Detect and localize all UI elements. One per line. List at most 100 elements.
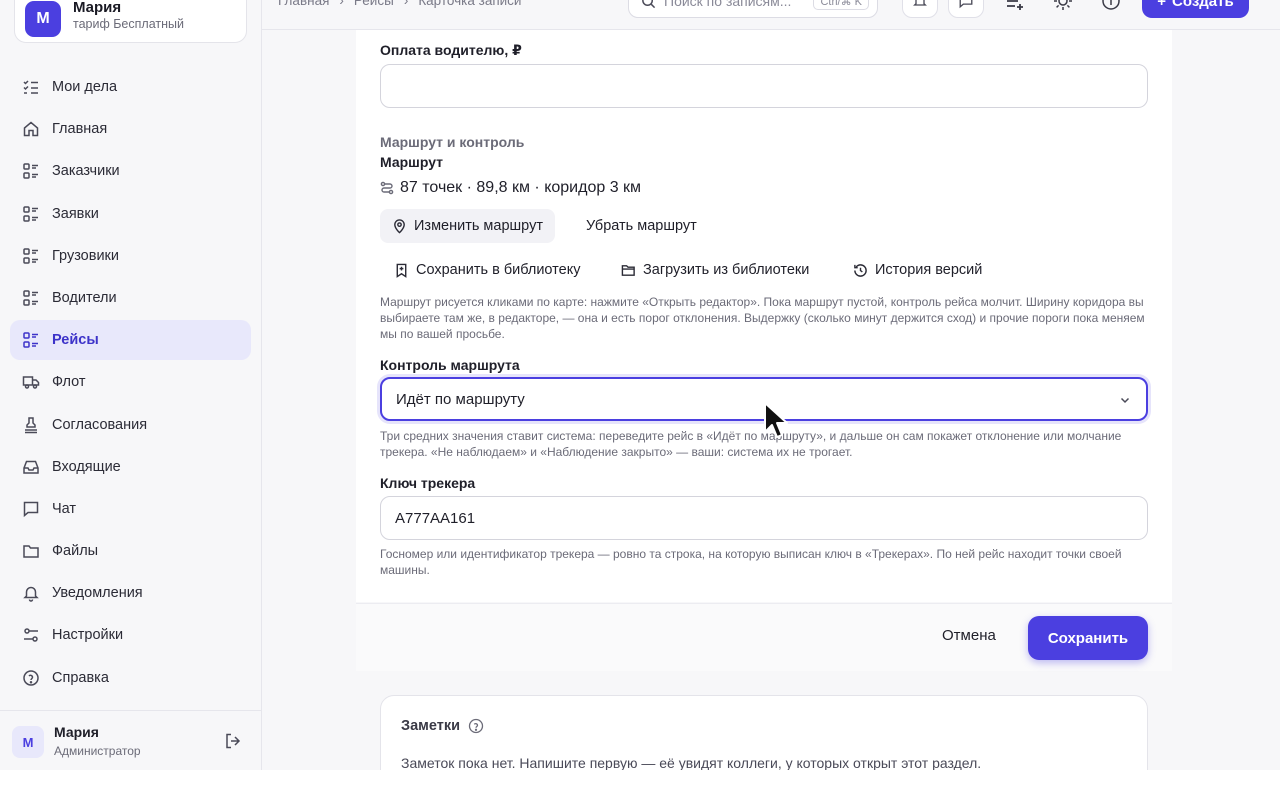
sidebar-item-fleet[interactable]: Флот [10, 362, 251, 402]
sidebar-item-requests[interactable]: Заявки [10, 194, 251, 234]
remove-route-label: Убрать маршрут [586, 218, 697, 234]
help-icon [23, 669, 39, 686]
org-plan: тариф Бесплатный [73, 17, 184, 31]
search-placeholder: Поиск по записям... [664, 0, 792, 9]
sidebar-item-label: Входящие [52, 458, 121, 475]
notes-empty-text: Заметок пока нет. Напишите первую — её у… [401, 755, 982, 770]
sidebar-item-approvals[interactable]: Согласования [10, 405, 251, 445]
breadcrumb-trips[interactable]: Рейсы [354, 0, 394, 8]
sidebar-item-inbox[interactable]: Входящие [10, 447, 251, 487]
sidebar-item-help[interactable]: Справка [10, 658, 251, 698]
notifications-button[interactable] [902, 0, 938, 18]
list-icon [23, 332, 38, 348]
sidebar-item-label: Флот [52, 374, 86, 391]
load-library-button[interactable]: Загрузить из библиотеки [609, 253, 821, 287]
trip-form: Оплата водителю, ₽ Маршрут и контроль Ма… [356, 30, 1172, 602]
main-content: Оплата водителю, ₽ Маршрут и контроль Ма… [262, 30, 1280, 770]
route-label: Маршрут [380, 154, 444, 170]
tracker-help-text: Госномер или идентификатор трекера — ров… [380, 547, 1122, 577]
sidebar-item-notifications[interactable]: Уведомления [10, 573, 251, 613]
form-action-bar: Отмена Сохранить [356, 603, 1172, 671]
stamp-icon [25, 416, 37, 433]
save-library-button[interactable]: Сохранить в библиотеку [382, 253, 592, 287]
sidebar-item-label: Заказчики [52, 163, 120, 180]
folder-open-icon [621, 264, 635, 276]
org-name: Мария [73, 0, 122, 16]
create-button[interactable]: + Создать [1142, 0, 1249, 18]
sidebar-item-chat[interactable]: Чат [10, 489, 251, 529]
sidebar-item-trucks[interactable]: Грузовики [10, 236, 251, 276]
list-icon [23, 248, 38, 264]
chevron-down-icon [1120, 397, 1130, 404]
load-library-label: Загрузить из библиотеки [643, 262, 810, 278]
sidebar-item-label: Справка [52, 669, 109, 686]
edit-route-button[interactable]: Изменить маршрут [380, 209, 555, 243]
search-icon [642, 0, 656, 8]
route-summary: 87 точек · 89,8 км · коридор 3 км [380, 179, 641, 197]
bookmark-icon [396, 263, 407, 278]
sun-icon[interactable] [1052, 0, 1074, 12]
route-summary-text: 87 точек · 89,8 км · коридор 3 км [400, 179, 642, 196]
history-icon [854, 263, 867, 277]
sidebar-item-label: Мои дела [52, 79, 118, 95]
breadcrumb-home[interactable]: Главная [278, 0, 329, 8]
sidebar-item-settings[interactable]: Настройки [10, 615, 251, 655]
home-icon [23, 121, 39, 137]
bell-icon [913, 0, 927, 6]
logout-icon[interactable] [224, 732, 242, 750]
sidebar-item-customers[interactable]: Заказчики [10, 151, 251, 191]
save-button[interactable]: Сохранить [1028, 616, 1148, 660]
search-shortcut: Ctrl/⌘ K [813, 0, 869, 10]
sidebar: М Мария тариф Бесплатный Мои дела Главна… [0, 0, 262, 770]
sidebar-item-label: Главная [52, 121, 108, 138]
org-avatar: М [25, 1, 61, 37]
help-icon[interactable] [468, 718, 484, 734]
sidebar-item-label: Чат [52, 500, 77, 517]
chevron-right-icon: › [403, 0, 409, 8]
user-role: Администратор [54, 744, 141, 758]
topbar: Главная › Рейсы › Карточка записи Поиск … [262, 0, 1280, 30]
info-icon[interactable] [1100, 0, 1122, 12]
breadcrumb-current: Карточка записи [418, 0, 522, 8]
sidebar-item-drivers[interactable]: Водители [10, 278, 251, 318]
avatar: М [12, 726, 44, 758]
driver-pay-label: Оплата водителю, ₽ [380, 42, 522, 58]
messages-button[interactable] [948, 0, 984, 18]
version-history-button[interactable]: История версий [841, 253, 994, 287]
breadcrumb: Главная › Рейсы › Карточка записи [278, 0, 521, 8]
chat-icon [23, 501, 39, 518]
cancel-button[interactable]: Отмена [942, 627, 996, 644]
notes-title: Заметки [401, 718, 484, 734]
tracker-key-field[interactable]: А777АА161 [380, 496, 1148, 540]
user-profile[interactable]: М Мария Администратор [0, 710, 262, 770]
remove-route-button[interactable]: Убрать маршрут [574, 209, 709, 243]
sidebar-item-label: Рейсы [52, 332, 99, 349]
sidebar-nav: Мои дела Главная Заказчики Заявки Грузов… [10, 67, 251, 700]
notes-title-text: Заметки [401, 718, 461, 734]
list-icon [23, 205, 38, 222]
driver-pay-field[interactable] [380, 64, 1148, 108]
sidebar-item-trips[interactable]: Рейсы [10, 320, 251, 361]
tracker-key-label: Ключ трекера [380, 475, 476, 491]
folder-icon [23, 545, 39, 558]
org-switcher[interactable]: М Мария тариф Бесплатный [14, 0, 247, 43]
plus-icon: + [1157, 0, 1167, 10]
truck-icon [22, 376, 40, 390]
sliders-icon [24, 628, 38, 643]
sidebar-item-home[interactable]: Главная [10, 109, 251, 149]
notes-panel: Заметки Заметок пока нет. Напишите перву… [380, 695, 1148, 770]
route-control-value: Идёт по маршруту [396, 390, 525, 408]
section-title: Маршрут и контроль [380, 134, 525, 150]
checklist-icon [23, 80, 38, 94]
user-name: Мария [54, 724, 99, 740]
sidebar-item-label: Настройки [52, 627, 124, 644]
task-list-icon[interactable] [1004, 0, 1026, 12]
sidebar-item-my-tasks[interactable]: Мои дела [10, 67, 251, 107]
sidebar-item-label: Грузовики [52, 247, 119, 264]
list-icon [23, 163, 38, 180]
sidebar-item-files[interactable]: Файлы [10, 531, 251, 571]
chevron-right-icon: › [339, 0, 344, 8]
sidebar-item-label: Уведомления [52, 585, 143, 602]
search-input[interactable]: Поиск по записям... Ctrl/⌘ K [628, 0, 878, 18]
map-pin-icon [394, 218, 405, 234]
